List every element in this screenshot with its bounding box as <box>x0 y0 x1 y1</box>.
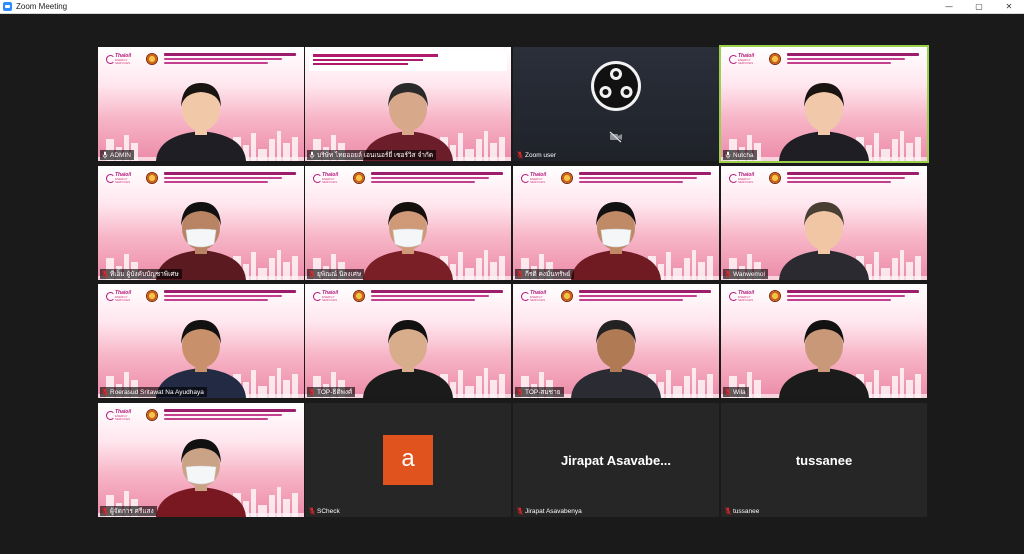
participant-tile[interactable]: Thaioil ENERGY SERVICES Wanwemol <box>721 166 927 280</box>
participant-name: Wanwemol <box>733 270 765 278</box>
mic-muted-icon <box>102 507 108 515</box>
participant-tile[interactable]: Thaioil ENERGY SERVICES ทีเอ็ม ผู้บังคับบั… <box>98 166 304 280</box>
minimize-button[interactable]: — <box>934 0 964 13</box>
participant-name-label: Jirapat Asavabenya <box>515 506 585 516</box>
mic-muted-icon <box>517 388 523 396</box>
participant-tile[interactable]: Zoom user <box>513 47 719 161</box>
mic-muted-icon <box>725 507 731 515</box>
participant-display-name: tussanee <box>795 453 853 468</box>
participant-tile[interactable]: Thaioil ENERGY SERVICES ยุพิณณ์ นิลงเศษ <box>305 166 511 280</box>
participant-name-label: ยุพิณณ์ นิลงเศษ <box>307 269 365 279</box>
mic-muted-icon <box>309 388 315 396</box>
participant-name-label: Nutcha <box>723 150 757 160</box>
participant-name: กีรติ คงมั่นทรัพย์ <box>525 271 571 278</box>
participant-name-label: Wanwemol <box>723 269 768 279</box>
participant-name-label: TOP-สมชาย <box>515 387 564 397</box>
participant-tile[interactable]: Thaioil ENERGY SERVICES ADMIN <box>98 47 304 161</box>
participant-video-feed <box>156 320 246 398</box>
participant-name-label: SCheck <box>307 506 343 516</box>
participant-video-feed <box>363 320 453 398</box>
participant-name-label: บริษัท ไทยออยล์ เอนเนอร์ยี่ เซอร์วิส จำก… <box>307 150 437 160</box>
participant-name: ยุพิณณ์ นิลงเศษ <box>317 271 362 278</box>
participant-name-label: Roerasud Sritawat Na Ayudhaya <box>100 387 207 397</box>
zoom-app-icon <box>3 2 12 11</box>
camera-off-icon <box>609 131 622 143</box>
mic-icon <box>725 151 731 159</box>
participant-name: ทีเอ็ม ผู้บังคับบัญชาพิเศษ <box>110 271 179 278</box>
obs-logo-icon <box>591 61 641 111</box>
participant-name: ผู้จัดการ ศรีแสง <box>110 508 154 515</box>
window-controls: — ▢ ✕ <box>934 0 1024 13</box>
mic-muted-icon <box>725 388 731 396</box>
participant-tile[interactable]: Thaioil ENERGY SERVICES TOP-ธิติพงศ์ <box>305 284 511 398</box>
participant-name: TOP-ธิติพงศ์ <box>317 389 353 396</box>
participant-display-name: Jirapat Asavabe... <box>560 453 672 468</box>
participant-name-label: Wila <box>723 387 749 397</box>
mic-muted-icon <box>517 507 523 515</box>
participant-name: บริษัท ไทยออยล์ เอนเนอร์ยี่ เซอร์วิส จำก… <box>317 152 434 159</box>
participant-video-feed <box>779 202 869 280</box>
participant-name-label: ADMIN <box>100 150 134 160</box>
close-button[interactable]: ✕ <box>994 0 1024 13</box>
participant-name-label: tussanee <box>723 506 762 516</box>
participant-tile[interactable]: ThaioilENERGY SERVICESบริษัท ไทยออยล์ เอ… <box>305 47 511 161</box>
participant-tile[interactable]: tussanee tussanee <box>721 403 927 517</box>
participant-name: SCheck <box>317 507 340 515</box>
participant-video-feed <box>156 439 246 517</box>
participant-video-feed <box>363 202 453 280</box>
participant-name: Zoom user <box>525 151 557 159</box>
mic-icon <box>102 151 108 159</box>
participant-tile[interactable]: Thaioil ENERGY SERVICES ผู้จัดการ ศรีแสง <box>98 403 304 517</box>
participant-video-feed <box>779 320 869 398</box>
participant-name-label: TOP-ธิติพงศ์ <box>307 387 356 397</box>
participant-name: ADMIN <box>110 151 131 159</box>
mic-muted-icon <box>725 270 731 278</box>
participant-name: Roerasud Sritawat Na Ayudhaya <box>110 388 204 396</box>
window-title: Zoom Meeting <box>16 2 68 11</box>
participant-tile[interactable]: Thaioil ENERGY SERVICES TOP-สมชาย <box>513 284 719 398</box>
gallery-view: ThaioilENERGY SERVICESADMINThaioilENERGY… <box>0 14 1024 554</box>
mic-muted-icon <box>517 151 523 159</box>
mic-muted-icon <box>102 388 108 396</box>
participant-name: Nutcha <box>733 151 754 159</box>
mic-muted-icon <box>309 507 315 515</box>
mic-muted-icon <box>309 270 315 278</box>
mic-muted-icon <box>102 270 108 278</box>
avatar: a <box>383 435 433 485</box>
participant-tile[interactable]: Jirapat Asavabe... Jirapat Asavabenya <box>513 403 719 517</box>
participant-tile[interactable]: Thaioil ENERGY SERVICES Nutcha <box>721 47 927 161</box>
participant-video-feed <box>363 83 453 161</box>
participant-name-label: Zoom user <box>515 150 559 160</box>
participant-video-feed <box>571 202 661 280</box>
participant-video-feed <box>156 202 246 280</box>
participant-video-feed <box>156 83 246 161</box>
participant-name: TOP-สมชาย <box>525 389 561 396</box>
participant-name: tussanee <box>733 507 760 515</box>
participant-name-label: ผู้จัดการ ศรีแสง <box>100 506 157 516</box>
participant-tile[interactable]: Thaioil ENERGY SERVICES Wila <box>721 284 927 398</box>
participant-name-label: กีรติ คงมั่นทรัพย์ <box>515 269 574 279</box>
participant-tile[interactable]: Thaioil ENERGY SERVICES Roerasud Sritawat … <box>98 284 304 398</box>
maximize-button[interactable]: ▢ <box>964 0 994 13</box>
participant-name-label: ทีเอ็ม ผู้บังคับบัญชาพิเศษ <box>100 269 182 279</box>
window-titlebar: Zoom Meeting — ▢ ✕ <box>0 0 1024 14</box>
participant-video-feed <box>779 83 869 161</box>
participant-tile[interactable]: a SCheck <box>305 403 511 517</box>
participant-name: Jirapat Asavabenya <box>525 507 582 515</box>
mic-icon <box>309 151 315 159</box>
participant-video-feed <box>571 320 661 398</box>
participant-name: Wila <box>733 388 746 396</box>
mic-muted-icon <box>517 270 523 278</box>
participant-tile[interactable]: Thaioil ENERGY SERVICES กีรติ คงมั่นทรัพย์ <box>513 166 719 280</box>
